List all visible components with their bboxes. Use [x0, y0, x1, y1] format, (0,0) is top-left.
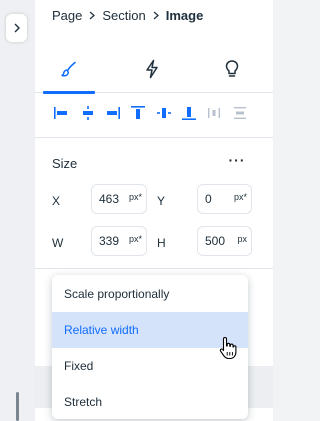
- y-label: Y: [157, 194, 166, 208]
- y-unit[interactable]: px*: [234, 192, 247, 202]
- align-top-button[interactable]: [129, 104, 147, 122]
- distribute-horizontal-button: [205, 104, 223, 122]
- chevron-right-icon: [14, 23, 20, 33]
- align-middle-vertical-icon: [157, 108, 171, 118]
- tab-tips[interactable]: [204, 45, 260, 93]
- chevron-right-icon: [89, 11, 96, 20]
- inspector-tabs: [35, 45, 273, 94]
- lightning-icon: [146, 59, 158, 79]
- section-divider: [35, 268, 273, 269]
- y-value: 0: [205, 192, 212, 206]
- tab-design[interactable]: [41, 45, 97, 94]
- align-center-horizontal-icon: [83, 106, 93, 120]
- option-scale-proportionally[interactable]: Scale proportionally: [52, 276, 248, 312]
- x-unit[interactable]: px*: [129, 192, 142, 202]
- w-label: W: [52, 236, 64, 250]
- hand-pointer-cursor-icon: [219, 336, 237, 360]
- w-field[interactable]: 339 px*: [91, 226, 147, 256]
- h-field[interactable]: 500 px: [197, 226, 252, 256]
- align-right-icon: [107, 107, 120, 119]
- align-left-button[interactable]: [52, 104, 70, 122]
- align-top-icon: [131, 106, 145, 119]
- alignment-toolbar: [35, 94, 273, 138]
- distribute-vertical-icon: [234, 107, 246, 119]
- align-center-horizontal-button[interactable]: [79, 104, 97, 122]
- align-right-button[interactable]: [104, 104, 122, 122]
- lightbulb-icon: [225, 60, 239, 77]
- breadcrumb-item-section[interactable]: Section: [102, 8, 145, 23]
- distribute-horizontal-icon: [208, 108, 220, 118]
- breadcrumb-item-page[interactable]: Page: [52, 8, 82, 23]
- breadcrumb-item-current: Image: [165, 7, 204, 23]
- breadcrumb: Page Section Image: [52, 6, 203, 24]
- w-value: 339: [99, 234, 120, 248]
- align-bottom-icon: [182, 107, 196, 120]
- expand-panel-button[interactable]: [6, 14, 27, 42]
- chevron-right-icon: [153, 11, 159, 20]
- option-stretch[interactable]: Stretch: [52, 384, 248, 420]
- align-bottom-button[interactable]: [180, 104, 198, 122]
- x-field[interactable]: 463 px*: [91, 184, 147, 214]
- scroll-handle[interactable]: [16, 392, 19, 421]
- size-section-title: Size: [52, 156, 78, 171]
- brush-icon: [61, 61, 76, 77]
- h-value: 500: [205, 234, 226, 248]
- more-actions-button[interactable]: ···: [227, 152, 247, 168]
- h-unit[interactable]: px: [237, 234, 247, 244]
- tab-interactions[interactable]: [124, 45, 180, 93]
- x-label: X: [52, 194, 61, 208]
- more-icon: ···: [228, 152, 246, 168]
- align-left-icon: [54, 107, 67, 119]
- x-value: 463: [99, 192, 120, 206]
- y-field[interactable]: 0 px*: [197, 184, 252, 214]
- left-strip: [0, 0, 35, 421]
- h-label: H: [157, 236, 166, 250]
- align-middle-vertical-button[interactable]: [155, 104, 173, 122]
- w-unit[interactable]: px*: [129, 234, 142, 244]
- distribute-vertical-button: [231, 104, 249, 122]
